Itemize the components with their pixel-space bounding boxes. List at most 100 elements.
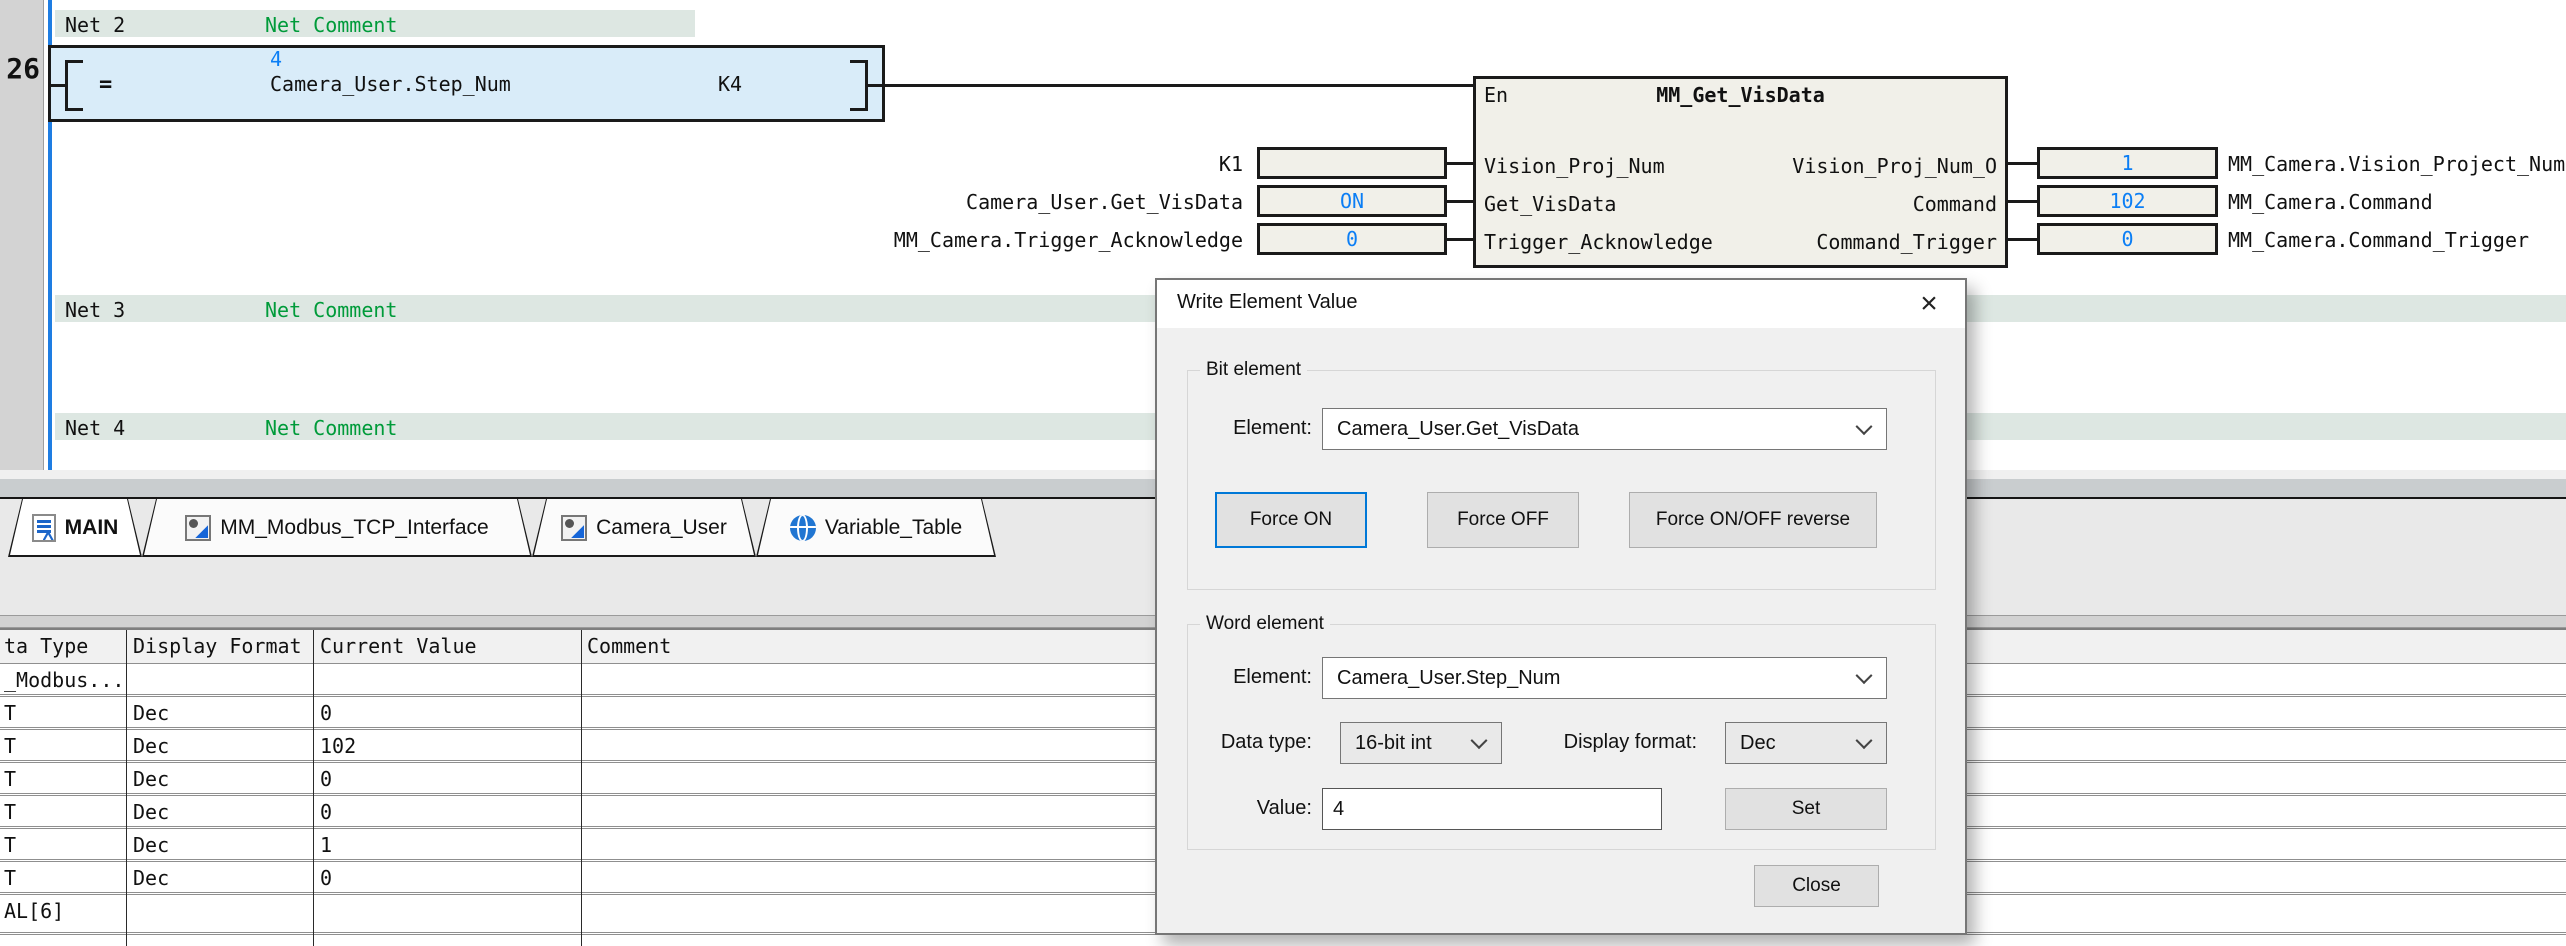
force-reverse-label: Force ON/OFF reverse <box>1656 509 1850 531</box>
output-monitor-box[interactable]: 1 <box>2037 147 2218 179</box>
net3-comment: Net Comment <box>265 298 397 322</box>
cell-display-format[interactable]: Dec <box>133 866 169 890</box>
cell-current-value[interactable]: 0 <box>320 767 332 791</box>
fb-input-pin: Get_VisData <box>1484 192 1616 216</box>
display-format-value: Dec <box>1740 732 1776 755</box>
wire-stub <box>1447 162 1473 165</box>
cell-data-type[interactable]: T <box>4 833 16 857</box>
fb-output-pin: Command_Trigger <box>1816 230 1997 254</box>
dialog-title-bar[interactable]: Write Element Value × <box>1157 280 1965 328</box>
net2-label: Net 2 <box>65 13 125 37</box>
column-header: Display Format <box>133 634 302 658</box>
net2-comment: Net Comment <box>265 13 397 37</box>
bit-element-label: Element: <box>1202 417 1312 440</box>
program-icon <box>32 514 56 542</box>
input-operand-label: Camera_User.Get_VisData <box>860 190 1243 214</box>
data-type-select[interactable]: 16-bit int <box>1340 722 1502 764</box>
set-label: Set <box>1792 798 1821 820</box>
cell-current-value[interactable]: 1 <box>320 833 332 857</box>
monitor-value: 4 <box>270 47 282 71</box>
wire-stub <box>48 84 65 87</box>
cell-current-value[interactable]: 102 <box>320 734 356 758</box>
cell-data-type[interactable]: T <box>4 734 16 758</box>
force-reverse-button[interactable]: Force ON/OFF reverse <box>1629 492 1877 548</box>
output-operand-label: MM_Camera.Vision_Project_Num <box>2228 152 2565 176</box>
cell-display-format[interactable]: Dec <box>133 800 169 824</box>
cell-data-type[interactable]: T <box>4 866 16 890</box>
word-element-value: Camera_User.Step_Num <box>1337 667 1560 690</box>
dialog-title: Write Element Value <box>1177 291 1357 314</box>
value-input-text: 4 <box>1333 798 1344 821</box>
tab-label: Variable_Table <box>825 516 962 540</box>
tab-camera-user[interactable]: Camera_User <box>532 499 756 557</box>
cell-data-type[interactable]: T <box>4 701 16 725</box>
cell-data-type[interactable]: _Modbus... <box>4 668 124 692</box>
cell-display-format[interactable]: Dec <box>133 734 169 758</box>
cell-data-type[interactable]: T <box>4 800 16 824</box>
input-operand-label: MM_Camera.Trigger_Acknowledge <box>860 228 1243 252</box>
value-input[interactable]: 4 <box>1322 788 1662 830</box>
cell-current-value[interactable]: 0 <box>320 800 332 824</box>
en-wire <box>885 84 1473 87</box>
wire-stub <box>868 84 885 87</box>
display-format-select[interactable]: Dec <box>1725 722 1887 764</box>
wire-stub <box>1447 200 1473 203</box>
close-button[interactable]: Close <box>1754 865 1879 907</box>
column-divider <box>126 630 127 946</box>
cell-data-type[interactable]: T <box>4 767 16 791</box>
bit-element-group: Bit element <box>1187 370 1936 590</box>
cell-display-format[interactable]: Dec <box>133 767 169 791</box>
cell-data-type[interactable]: AL[6] <box>4 899 64 923</box>
net4-label: Net 4 <box>65 416 125 440</box>
plc-ide-window: 26 Net 2 Net Comment = 4 Camera_User.Ste… <box>0 0 2566 946</box>
fb-output-pin: Vision_Proj_Num_O <box>1792 154 1997 178</box>
wire-stub <box>1447 238 1473 241</box>
fb-output-pin: Command <box>1913 192 1997 216</box>
contact-operand: Camera_User.Step_Num <box>270 72 511 96</box>
tab-label: MAIN <box>65 516 119 540</box>
force-off-button[interactable]: Force OFF <box>1427 492 1579 548</box>
contact-constant: K4 <box>718 72 742 96</box>
word-element-label: Element: <box>1202 666 1312 689</box>
cell-display-format[interactable]: Dec <box>133 701 169 725</box>
net2-header[interactable]: Net 2 Net Comment <box>55 10 695 37</box>
column-header: ta Type <box>4 634 88 658</box>
bit-element-group-label: Bit element <box>1200 359 1307 381</box>
left-bracket-icon <box>65 60 68 111</box>
globe-icon <box>790 515 816 541</box>
output-monitor-box[interactable]: 0 <box>2037 223 2218 255</box>
net4-comment: Net Comment <box>265 416 397 440</box>
cell-display-format[interactable]: Dec <box>133 833 169 857</box>
tab-mm-modbus-tcp-interface[interactable]: MM_Modbus_TCP_Interface <box>142 499 532 557</box>
bit-element-combobox[interactable]: Camera_User.Get_VisData <box>1322 408 1887 450</box>
data-type-value: 16-bit int <box>1355 732 1432 755</box>
input-monitor-box[interactable] <box>1257 147 1447 179</box>
compare-contact-block[interactable]: = 4 Camera_User.Step_Num K4 <box>48 45 885 122</box>
chevron-down-icon <box>1471 732 1488 749</box>
function-block[interactable]: En MM_Get_VisData Vision_Proj_Num Get_Vi… <box>1473 76 2008 268</box>
column-header: Current Value <box>320 634 477 658</box>
write-element-value-dialog: Write Element Value × Bit element Elemen… <box>1155 278 1967 935</box>
ladder-row-number: 26 <box>0 52 40 85</box>
close-label: Close <box>1792 875 1841 897</box>
bit-element-value: Camera_User.Get_VisData <box>1337 418 1579 441</box>
input-monitor-box[interactable]: ON <box>1257 185 1447 217</box>
cell-current-value[interactable]: 0 <box>320 701 332 725</box>
force-on-label: Force ON <box>1250 509 1332 531</box>
cell-current-value[interactable]: 0 <box>320 866 332 890</box>
output-monitor-box[interactable]: 102 <box>2037 185 2218 217</box>
tab-main[interactable]: MAIN <box>8 499 142 557</box>
column-divider <box>313 630 314 946</box>
set-button[interactable]: Set <box>1725 788 1887 830</box>
tab-variable-table[interactable]: Variable_Table <box>756 499 996 557</box>
display-format-label: Display format: <box>1507 731 1697 754</box>
force-off-label: Force OFF <box>1457 509 1549 531</box>
close-icon[interactable]: × <box>1909 284 1949 324</box>
tab-label: Camera_User <box>596 516 727 540</box>
word-element-combobox[interactable]: Camera_User.Step_Num <box>1322 657 1887 699</box>
data-type-label: Data type: <box>1187 731 1312 754</box>
net3-label: Net 3 <box>65 298 125 322</box>
fb-title: MM_Get_VisData <box>1476 83 2005 107</box>
input-monitor-box[interactable]: 0 <box>1257 223 1447 255</box>
force-on-button[interactable]: Force ON <box>1215 492 1367 548</box>
